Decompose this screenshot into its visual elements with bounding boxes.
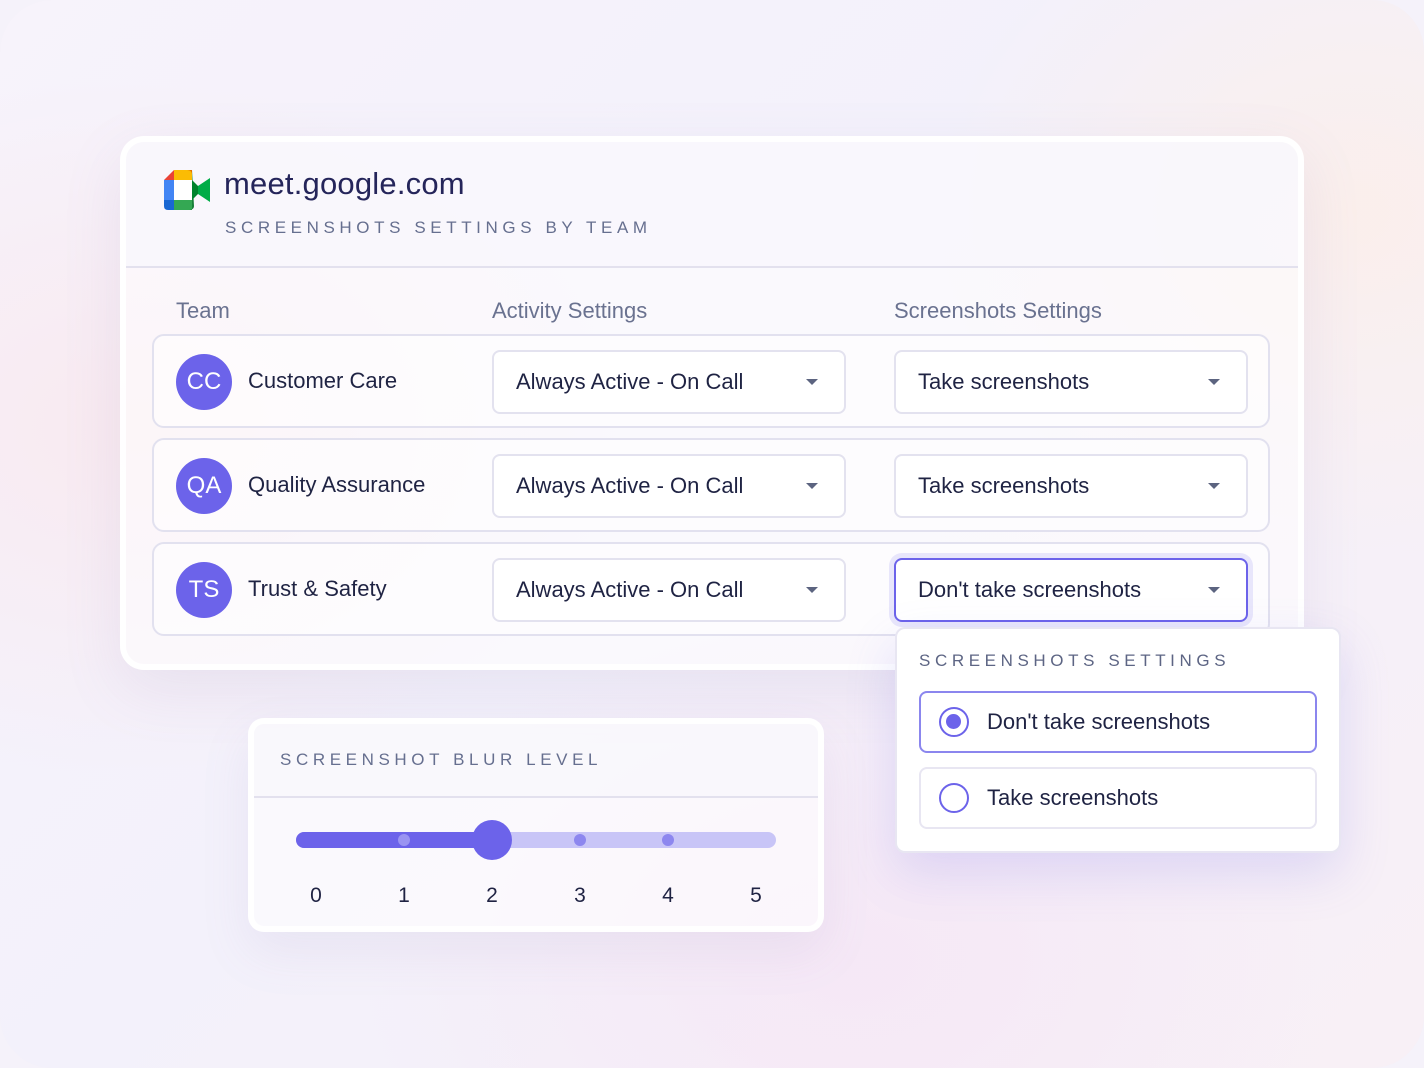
screenshots-select-value: Don't take screenshots [918, 577, 1142, 602]
slider-tick-label: 2 [486, 884, 498, 907]
screenshots-select[interactable]: Take screenshots [894, 454, 1248, 518]
blur-slider[interactable] [296, 820, 776, 860]
team-row: CC Customer Care Always Active - On Call… [152, 334, 1270, 428]
team-settings-card: meet.google.com SCREENSHOTS SETTINGS BY … [120, 136, 1304, 670]
slider-fill [296, 832, 493, 848]
activity-select[interactable]: Always Active - On Call [492, 454, 846, 518]
google-meet-icon [164, 170, 210, 210]
page-subtitle: SCREENSHOTS SETTINGS BY TEAM [225, 218, 652, 237]
slider-tick-label: 5 [750, 884, 762, 907]
radio-empty-icon [939, 783, 969, 813]
site-title: meet.google.com [224, 166, 465, 201]
caret-down-icon [1208, 587, 1220, 593]
option-dont-take-screenshots[interactable]: Don't take screenshots [919, 691, 1317, 753]
screenshots-dropdown-menu: SCREENSHOTS SETTINGS Don't take screensh… [895, 627, 1341, 853]
slider-tick [574, 834, 586, 846]
activity-select-value: Always Active - On Call [516, 473, 744, 498]
blur-level-card: SCREENSHOT BLUR LEVEL 0 1 2 3 4 5 [248, 718, 824, 932]
team-row: TS Trust & Safety Always Active - On Cal… [152, 542, 1270, 636]
slider-tick-label: 3 [574, 884, 586, 907]
column-header-screenshots: Screenshots Settings [894, 298, 1102, 323]
team-name: Quality Assurance [248, 472, 426, 497]
team-name: Customer Care [248, 368, 398, 393]
activity-select[interactable]: Always Active - On Call [492, 350, 846, 414]
caret-down-icon [1208, 483, 1220, 489]
caret-down-icon [1208, 379, 1220, 385]
radio-selected-icon [939, 707, 969, 737]
caret-down-icon [806, 483, 818, 489]
option-label: Take screenshots [987, 785, 1159, 810]
avatar: QA [176, 458, 232, 514]
slider-tick-label: 1 [398, 884, 410, 907]
slider-tick [662, 834, 674, 846]
avatar: CC [176, 354, 232, 410]
screenshots-select[interactable]: Take screenshots [894, 350, 1248, 414]
activity-select[interactable]: Always Active - On Call [492, 558, 846, 622]
screenshots-select-open[interactable]: Don't take screenshots [894, 558, 1248, 622]
team-row: QA Quality Assurance Always Active - On … [152, 438, 1270, 532]
option-take-screenshots[interactable]: Take screenshots [919, 767, 1317, 829]
slider-tick [398, 834, 410, 846]
slider-tick-label: 0 [310, 884, 322, 907]
activity-select-value: Always Active - On Call [516, 369, 744, 394]
blur-level-title: SCREENSHOT BLUR LEVEL [280, 750, 603, 769]
slider-thumb[interactable] [472, 820, 512, 860]
caret-down-icon [806, 587, 818, 593]
screenshots-select-value: Take screenshots [918, 369, 1090, 394]
screenshots-select-value: Take screenshots [918, 473, 1090, 498]
column-header-team: Team [176, 298, 230, 323]
activity-select-value: Always Active - On Call [516, 577, 744, 602]
team-name: Trust & Safety [248, 576, 387, 601]
caret-down-icon [806, 379, 818, 385]
column-header-activity: Activity Settings [492, 298, 648, 323]
blur-card-header: SCREENSHOT BLUR LEVEL [254, 724, 818, 798]
dropdown-title: SCREENSHOTS SETTINGS [919, 651, 1231, 670]
avatar: TS [176, 562, 232, 618]
slider-tick-label: 4 [662, 884, 674, 907]
card-header: meet.google.com SCREENSHOTS SETTINGS BY … [126, 142, 1298, 268]
option-label: Don't take screenshots [987, 709, 1211, 734]
